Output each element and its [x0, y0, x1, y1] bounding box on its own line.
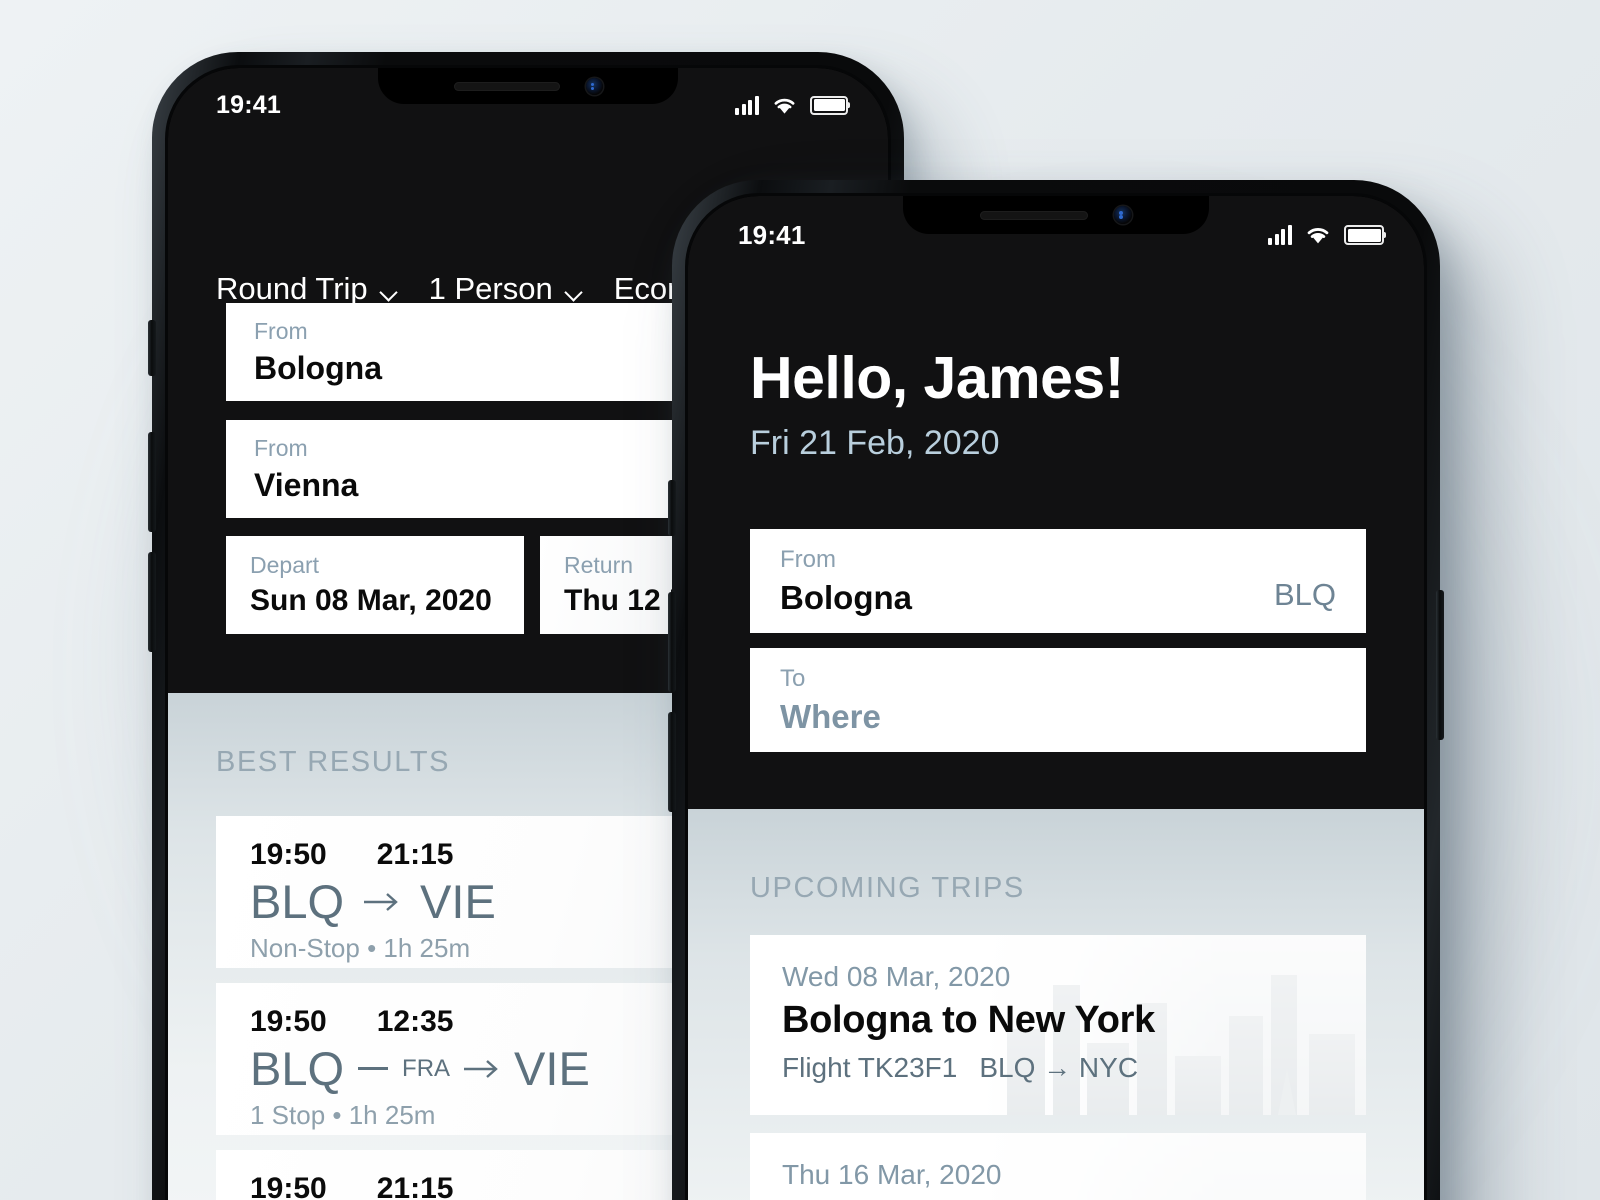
notch [378, 68, 678, 104]
trip-flight-number: Flight TK23F1 [782, 1052, 958, 1083]
upcoming-trips-title: UPCOMING TRIPS [750, 872, 1025, 904]
filter-trip-type-label: Round Trip [216, 271, 368, 306]
search-to-value: Where [780, 697, 881, 735]
return-date-label: Return [564, 552, 634, 578]
filter-trip-type[interactable]: Round Trip [216, 271, 398, 307]
result-arrive-time: 12:35 [376, 1005, 454, 1038]
trip-card[interactable]: Thu 16 Mar, 2020 [750, 1133, 1366, 1200]
result-depart-time: 19:50 [250, 1172, 327, 1200]
earpiece-speaker-icon [453, 81, 560, 91]
result-destination-code: VIE [420, 875, 496, 928]
trips-panel: UPCOMING TRIPS Wed 08 Mar, 2020 Bologna … [688, 809, 1424, 1200]
result-origin-code: BLQ [250, 1042, 345, 1095]
silent-switch-button[interactable] [668, 480, 676, 536]
search-from-label: From [780, 545, 836, 573]
front-phone-screen: 19:41 Hello, James! Fri 21 Feb, 2020 Fro… [688, 196, 1424, 1200]
trip-date: Wed 08 Mar, 2020 [782, 961, 1011, 992]
depart-date-label: Depart [250, 552, 320, 578]
earpiece-speaker-icon [980, 210, 1088, 220]
search-to-field[interactable]: To Where [750, 648, 1366, 752]
volume-up-button[interactable] [668, 592, 676, 692]
best-results-title: BEST RESULTS [216, 746, 451, 778]
result-depart-time: 19:50 [250, 1005, 327, 1038]
search-from-code: BLQ [1273, 577, 1336, 612]
wifi-icon [774, 98, 795, 114]
filter-passengers-label: 1 Person [428, 271, 553, 306]
greeting-title: Hello, James! [750, 345, 1124, 411]
route-dash-icon [358, 1067, 389, 1070]
volume-up-button[interactable] [148, 432, 156, 532]
depart-date-field[interactable]: Depart Sun 08 Mar, 2020 [226, 536, 524, 634]
search-from-field[interactable]: From Bologna BLQ [750, 529, 1366, 633]
trip-card[interactable]: Wed 08 Mar, 2020 Bologna to New York Fli… [750, 935, 1366, 1115]
chevron-down-icon [378, 283, 398, 302]
search-from-value: Bologna [780, 578, 912, 616]
battery-icon [810, 95, 848, 115]
signal-bars-icon [1268, 225, 1292, 245]
front-camera-icon [1114, 206, 1132, 224]
search-to-label: To [780, 664, 806, 692]
greeting-date: Fri 21 Feb, 2020 [750, 424, 1000, 462]
status-time: 19:41 [216, 90, 281, 119]
filter-passengers[interactable]: 1 Person [428, 271, 583, 307]
depart-date-value: Sun 08 Mar, 2020 [250, 584, 492, 617]
result-depart-time: 19:50 [250, 838, 327, 871]
signal-bars-icon [735, 95, 759, 115]
destination-field-value: Vienna [254, 466, 359, 503]
silent-switch-button[interactable] [148, 320, 156, 376]
trip-flight-row: Flight TK23F1 BLQ → NYC [782, 1052, 1334, 1084]
volume-down-button[interactable] [668, 712, 676, 812]
front-phone-device: 19:41 Hello, James! Fri 21 Feb, 2020 Fro… [668, 180, 1444, 1200]
result-destination-code: VIE [514, 1042, 590, 1095]
battery-icon [1344, 225, 1384, 245]
search-filters: Round Trip 1 Person Economy [216, 271, 743, 307]
chevron-down-icon [564, 283, 583, 302]
screenshot-canvas: 19:41 Round Trip 1 Person From Bologna F… [0, 0, 1600, 1200]
arrow-right-icon [464, 1059, 498, 1078]
wifi-icon [1307, 228, 1329, 244]
notch [903, 196, 1209, 234]
origin-field-label: From [254, 317, 308, 344]
origin-field-value: Bologna [254, 349, 382, 386]
trip-route: BLQ → NYC [979, 1052, 1139, 1083]
result-arrive-time: 21:15 [376, 838, 454, 871]
result-via-code: FRA [402, 1054, 451, 1082]
power-button[interactable] [1436, 590, 1444, 740]
trip-date: Thu 16 Mar, 2020 [782, 1159, 1002, 1190]
status-time: 19:41 [738, 219, 806, 250]
front-camera-icon [585, 77, 603, 95]
arrow-right-icon [364, 892, 398, 911]
volume-down-button[interactable] [148, 552, 156, 652]
trip-title: Bologna to New York [782, 999, 1155, 1041]
result-arrive-time: 21:15 [376, 1172, 454, 1200]
destination-field-label: From [254, 434, 308, 461]
result-origin-code: BLQ [250, 875, 345, 928]
